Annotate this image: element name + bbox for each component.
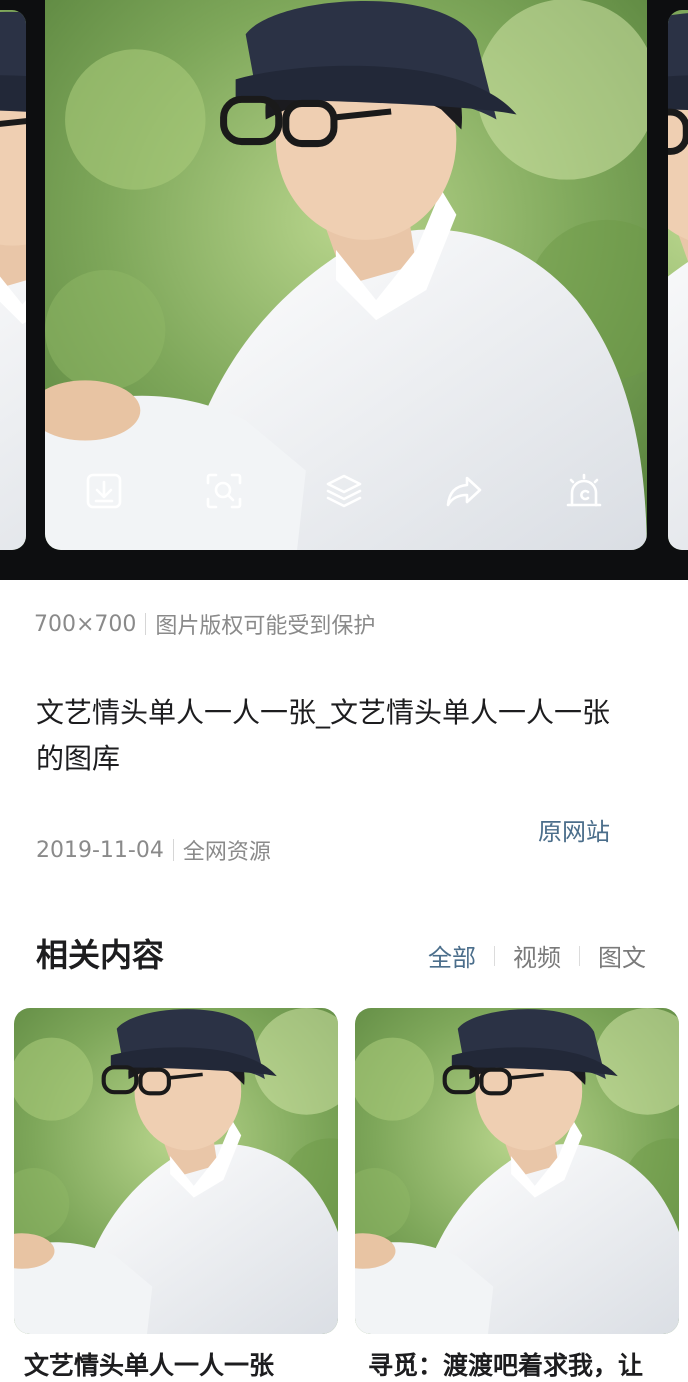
divider	[579, 945, 580, 966]
related-card-image	[355, 1008, 679, 1334]
previous-image[interactable]	[0, 10, 26, 550]
source-type: 全网资源	[182, 840, 271, 865]
download-icon	[86, 473, 122, 509]
publish-date: 2019-11-04	[36, 837, 164, 863]
scan-search-icon	[206, 473, 242, 509]
divider	[172, 839, 174, 861]
layers-button[interactable]	[321, 468, 367, 514]
alarm-report-icon	[566, 473, 602, 507]
divider	[494, 945, 495, 966]
related-card-caption[interactable]: 文艺情头单人一人一张	[24, 1346, 342, 1382]
related-card[interactable]	[355, 1008, 679, 1334]
image-meta: 700×700 图片版权可能受到保护	[34, 608, 375, 640]
related-card-image	[14, 1008, 338, 1334]
divider	[145, 613, 147, 635]
image-viewer	[0, 0, 688, 580]
share-icon	[446, 476, 482, 507]
next-image-photo	[668, 10, 688, 550]
tab-image-text[interactable]: 图文	[598, 938, 646, 973]
source-site-link[interactable]: 原网站	[538, 812, 610, 847]
report-button[interactable]	[561, 468, 607, 514]
image-title[interactable]: 文艺情头单人一人一张_文艺情头单人一人一张的图库	[36, 690, 636, 782]
share-button[interactable]	[441, 468, 487, 514]
tab-video[interactable]: 视频	[513, 938, 561, 973]
previous-image-photo	[0, 10, 26, 550]
tab-all[interactable]: 全部	[428, 938, 476, 973]
next-image[interactable]	[668, 10, 688, 550]
related-heading: 相关内容	[36, 936, 165, 974]
layers-icon	[326, 474, 362, 508]
image-dimensions: 700×700	[34, 611, 137, 637]
related-filter-tabs: 全部 视频 图文	[428, 938, 646, 973]
related-card[interactable]	[14, 1008, 338, 1334]
copyright-notice: 图片版权可能受到保护	[155, 614, 376, 639]
date-source-row: 2019-11-04 全网资源	[36, 834, 271, 866]
scan-search-button[interactable]	[201, 468, 247, 514]
image-toolbar	[45, 460, 647, 522]
download-button[interactable]	[81, 468, 127, 514]
related-card-caption[interactable]: 寻觅：渡渡吧着求我，让	[368, 1346, 686, 1382]
